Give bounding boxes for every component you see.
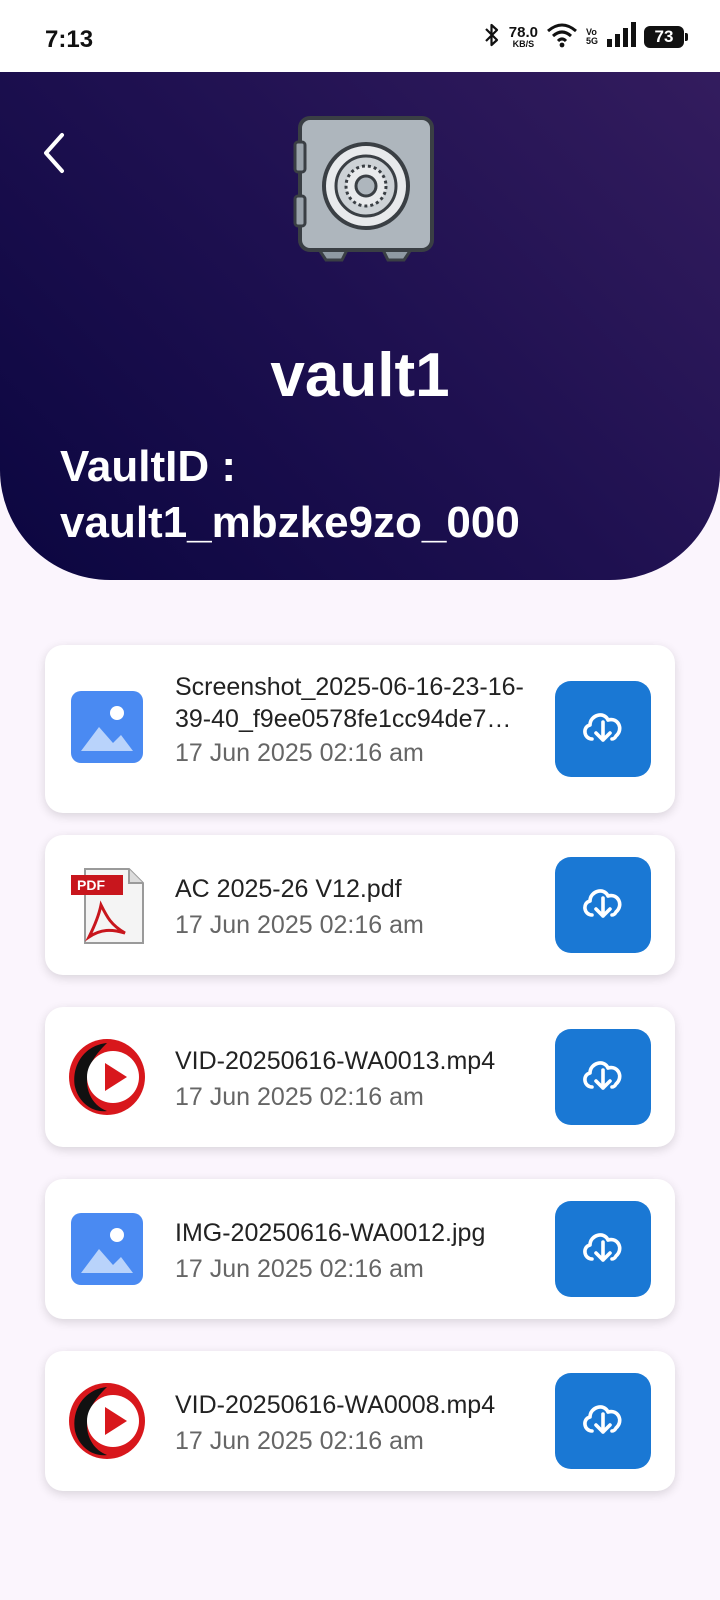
file-item[interactable]: Screenshot_2025-06-16-23-16-39-40_f9ee05… — [45, 645, 675, 813]
signal-icon — [606, 21, 636, 53]
video-file-icon — [67, 1381, 147, 1466]
download-button[interactable] — [555, 1201, 651, 1297]
file-item[interactable]: VID-20250616-WA0013.mp4 17 Jun 2025 02:1… — [45, 1007, 675, 1147]
image-file-icon — [71, 691, 143, 768]
status-bar: 7:13 78.0 KB/S Vo 5G 73 — [0, 0, 720, 72]
bluetooth-icon — [483, 22, 501, 53]
file-item[interactable]: IMG-20250616-WA0012.jpg 17 Jun 2025 02:1… — [45, 1179, 675, 1319]
cloud-download-icon — [579, 1399, 627, 1444]
cloud-download-icon — [579, 1227, 627, 1272]
status-time: 7:13 — [45, 26, 94, 53]
cloud-download-icon — [579, 1055, 627, 1100]
file-date: 17 Jun 2025 02:16 am — [175, 1255, 424, 1283]
battery-indicator: 73 — [644, 26, 688, 48]
status-icons: 78.0 KB/S Vo 5G 73 — [483, 21, 688, 53]
network-speed: 78.0 KB/S — [508, 24, 538, 49]
download-button[interactable] — [555, 681, 651, 777]
file-item[interactable]: VID-20250616-WA0008.mp4 17 Jun 2025 02:1… — [45, 1351, 675, 1491]
file-date: 17 Jun 2025 02:16 am — [175, 1427, 424, 1455]
safe-icon — [290, 114, 440, 266]
pdf-badge-text: PDF — [77, 877, 105, 893]
image-file-icon — [71, 1213, 143, 1290]
download-button[interactable] — [555, 857, 651, 953]
vault-name: vault1 — [270, 341, 450, 410]
chevron-left-icon — [40, 132, 68, 179]
file-name: VID-20250616-WA0008.mp4 — [175, 1391, 496, 1419]
volte-indicator: Vo 5G — [585, 27, 598, 46]
file-name: Screenshot_2025-06-16-23-16-39-40_f9ee05… — [175, 673, 524, 733]
file-date: 17 Jun 2025 02:16 am — [175, 1083, 424, 1111]
file-name: VID-20250616-WA0013.mp4 — [175, 1047, 496, 1075]
file-name: IMG-20250616-WA0012.jpg — [175, 1219, 486, 1247]
download-button[interactable] — [555, 1029, 651, 1125]
vault-header: vault1 VaultID : vault1_mbzke9zo_000 — [0, 72, 720, 580]
wifi-icon — [546, 22, 578, 53]
vault-id-value: vault1_mbzke9zo_000 — [60, 498, 520, 547]
download-button[interactable] — [555, 1373, 651, 1469]
video-file-icon — [67, 1037, 147, 1122]
file-item[interactable]: PDF AC 2025-26 V12.pdf 17 Jun 2025 02:16… — [45, 835, 675, 975]
back-button[interactable] — [34, 132, 74, 178]
cloud-download-icon — [579, 883, 627, 928]
file-name: AC 2025-26 V12.pdf — [175, 875, 402, 903]
cloud-download-icon — [579, 707, 627, 752]
file-date: 17 Jun 2025 02:16 am — [175, 911, 424, 939]
vault-id-label: VaultID : — [60, 442, 237, 491]
file-date: 17 Jun 2025 02:16 am — [175, 739, 424, 767]
